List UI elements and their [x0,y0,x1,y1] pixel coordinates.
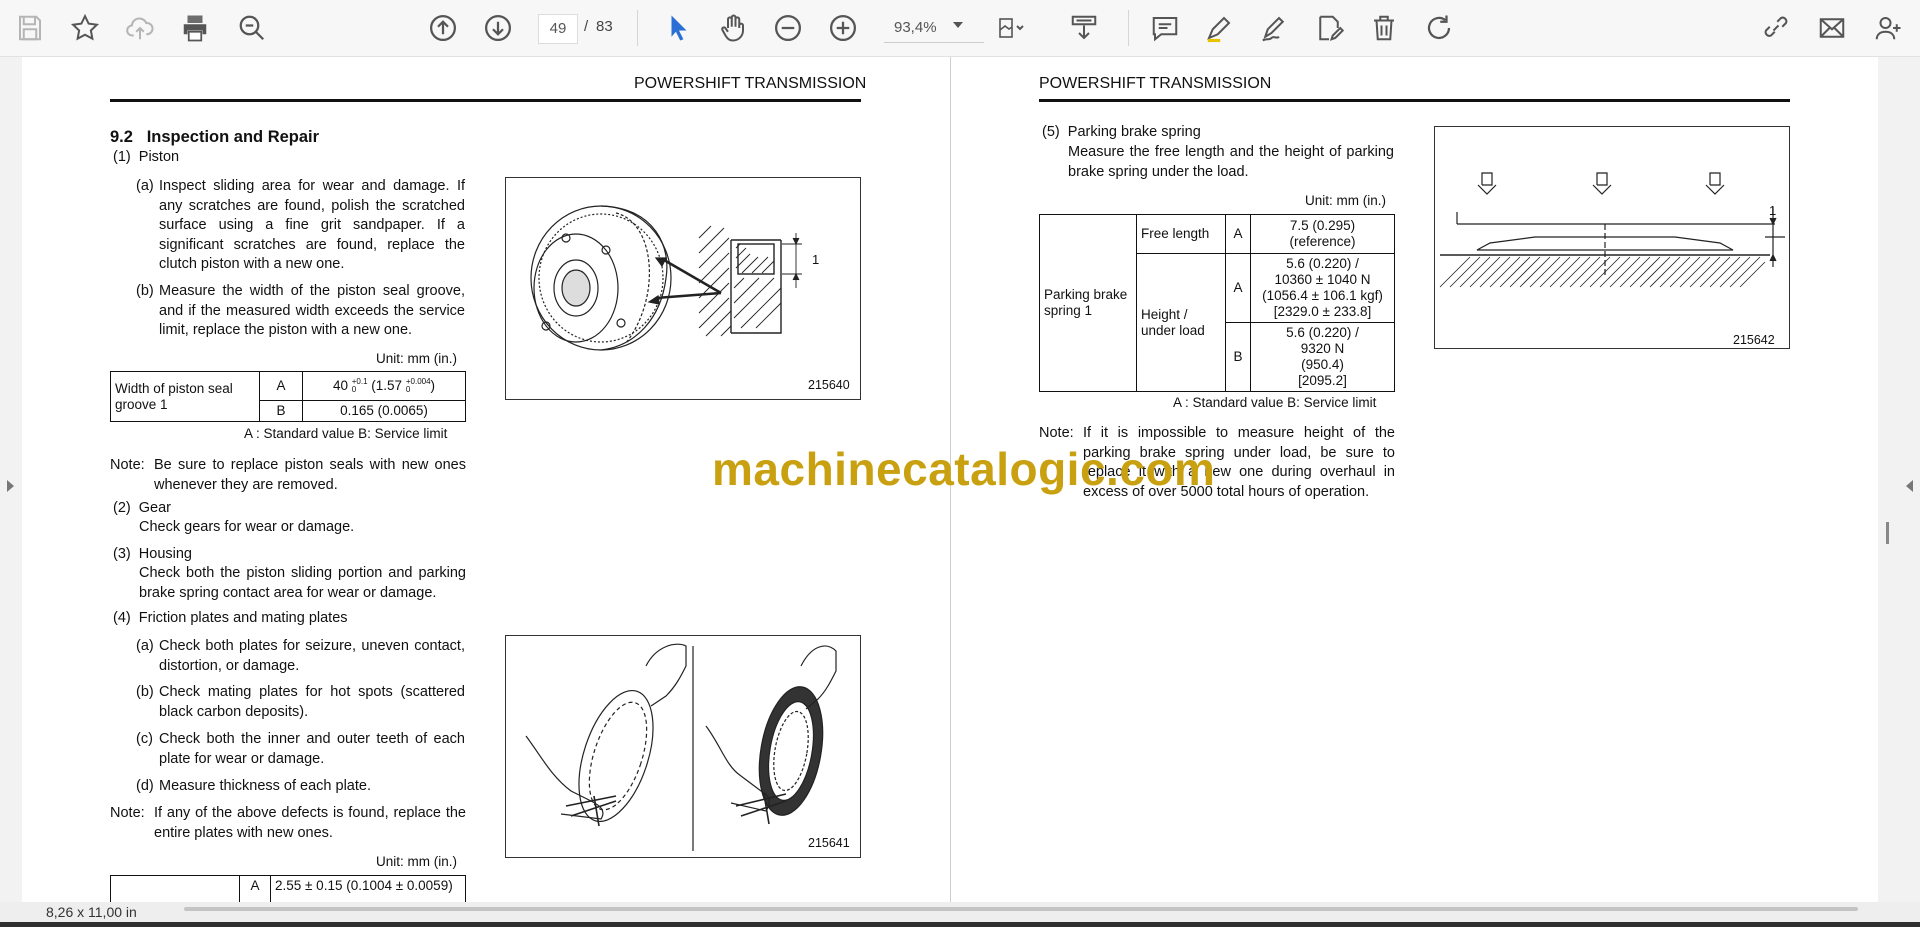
figure-piston: 1 215640 [505,177,861,400]
parking-spring-table: Parking brake spring 1 Free length A 7.5… [1039,214,1395,392]
table-row-name: Parking brake spring 1 [1039,214,1137,392]
service-limit-cell: 0.165 (0.0065) [302,400,466,422]
item-label: (a) [136,178,154,194]
add-user-icon[interactable] [1868,8,1908,48]
table-legend: A : Standard value B: Service limit [244,426,448,441]
sign-icon[interactable] [1254,8,1294,48]
item-label: (b) [136,283,154,299]
hand-icon[interactable] [713,8,753,48]
item-friction-title: (4) Friction plates and mating plates [113,610,348,626]
friction-table-clip: Friction plate A 2.55 ± 0.15 (0.1004 ± 0… [110,875,466,902]
rotate-icon[interactable] [1419,8,1459,48]
link-share-icon[interactable] [1756,8,1796,48]
item-label: (b) [136,684,154,700]
item-piston-title: (1) Piston [113,149,180,165]
table-legend: A : Standard value B: Service limit [1173,395,1377,410]
item-text: Inspect sliding area for wear and damage… [159,178,465,272]
page-number-input[interactable]: 49 [538,14,578,44]
item-text: Measure thickness of each plate. [159,778,371,794]
section-title: 9.2 Inspection and Repair [110,128,320,146]
comment-icon[interactable] [1145,8,1185,48]
piston-seal-table: Width of piston seal groove 1 A 40 +0.1 0… [110,371,466,422]
select-cursor-icon[interactable] [659,8,699,48]
standard-value-cell: 40 +0.1 0 (1.57 +0.004 0) [302,371,466,401]
star-icon[interactable] [65,8,105,48]
free-length-value: 7.5 (0.295) (reference) [1250,214,1395,254]
figure-plates: 215641 [505,635,861,858]
height-standard-value: 5.6 (0.220) /10360 ± 1040 N (1056.4 ± 106… [1250,253,1395,323]
item-spring-title: (5) Parking brake spring [1042,124,1201,140]
page-up-icon[interactable] [423,8,463,48]
item-label: (d) [136,778,154,794]
toolbar: 49 / 83 93,4% [0,0,1920,57]
item-text: Check both plates for seizure, uneven co… [159,638,465,674]
note-label: Note: [1039,425,1074,441]
left-header-rule [110,99,861,102]
item-housing-title: (3) Housing [113,546,192,562]
zoom-in-icon[interactable] [823,8,863,48]
figure-id: 215642 [1733,333,1775,347]
page-down-icon[interactable] [478,8,518,48]
scroll-mode-icon[interactable] [1064,8,1104,48]
print-icon[interactable] [175,8,215,48]
right-header-rule [1039,99,1790,102]
svg-text:1: 1 [1769,203,1776,218]
item-label: (a) [136,638,154,654]
friction-plate-table: Friction plate A 2.55 ± 0.15 (0.1004 ± 0… [110,875,466,902]
right-page-header: POWERSHIFT TRANSMISSION [1039,75,1272,92]
item-text: Check both the piston sliding portion an… [139,565,466,601]
item-text: Check gears for wear or damage. [139,519,355,535]
unit-label: Unit: mm (in.) [376,854,457,869]
chevron-down-icon[interactable] [953,22,963,28]
zoom-select[interactable]: 93,4% [884,14,984,43]
zoom-search-icon[interactable] [232,8,272,48]
svg-text:1: 1 [812,252,819,267]
page-separator: / [584,18,589,35]
taskbar-edge [0,922,1920,927]
unit-label: Unit: mm (in.) [376,351,457,366]
vertical-scrollbar[interactable] [1878,57,1920,902]
delete-icon[interactable] [1364,8,1404,48]
table-row-name: Width of piston seal groove 1 [110,371,260,422]
horizontal-scrollbar[interactable] [184,907,1858,911]
figure-spring: 1 215642 [1434,126,1790,349]
highlight-icon[interactable] [1199,8,1239,48]
fit-page-icon[interactable] [992,8,1032,48]
page-total: 83 [596,18,613,35]
figure-id: 215640 [808,378,850,392]
mail-icon[interactable] [1812,8,1852,48]
zoom-out-icon[interactable] [768,8,808,48]
left-page-header: POWERSHIFT TRANSMISSION [634,75,867,92]
note-label: Note: [110,805,145,821]
page-size-label: 8,26 x 11,00 in [46,904,137,920]
item-text: Measure the width of the piston seal gro… [159,283,465,338]
cloud-upload-icon[interactable] [120,8,160,48]
note-text: Be sure to replace piston seals with new… [154,457,466,493]
item-text: Check mating plates for hot spots (scatt… [159,684,465,720]
expand-left-panel-icon[interactable] [7,480,14,492]
item-label: (c) [136,731,153,747]
edit-icon[interactable] [1309,8,1349,48]
height-service-limit: 5.6 (0.220) /9320 N (950.4) [2095.2] [1250,322,1395,392]
expand-right-panel-icon[interactable] [1906,480,1913,492]
item-gear-title: (2) Gear [113,500,172,516]
scrollbar-thumb[interactable] [1886,522,1889,544]
save-icon[interactable] [10,8,50,48]
unit-label: Unit: mm (in.) [1305,193,1386,208]
figure-id: 215641 [808,836,850,850]
note-text: If any of the above defects is found, re… [154,805,466,841]
item-text: Measure the free length and the height o… [1068,144,1394,180]
watermark: machinecatalogic.com [712,443,1216,495]
item-text: Check both the inner and outer teeth of … [159,731,465,767]
note-label: Note: [110,457,145,473]
